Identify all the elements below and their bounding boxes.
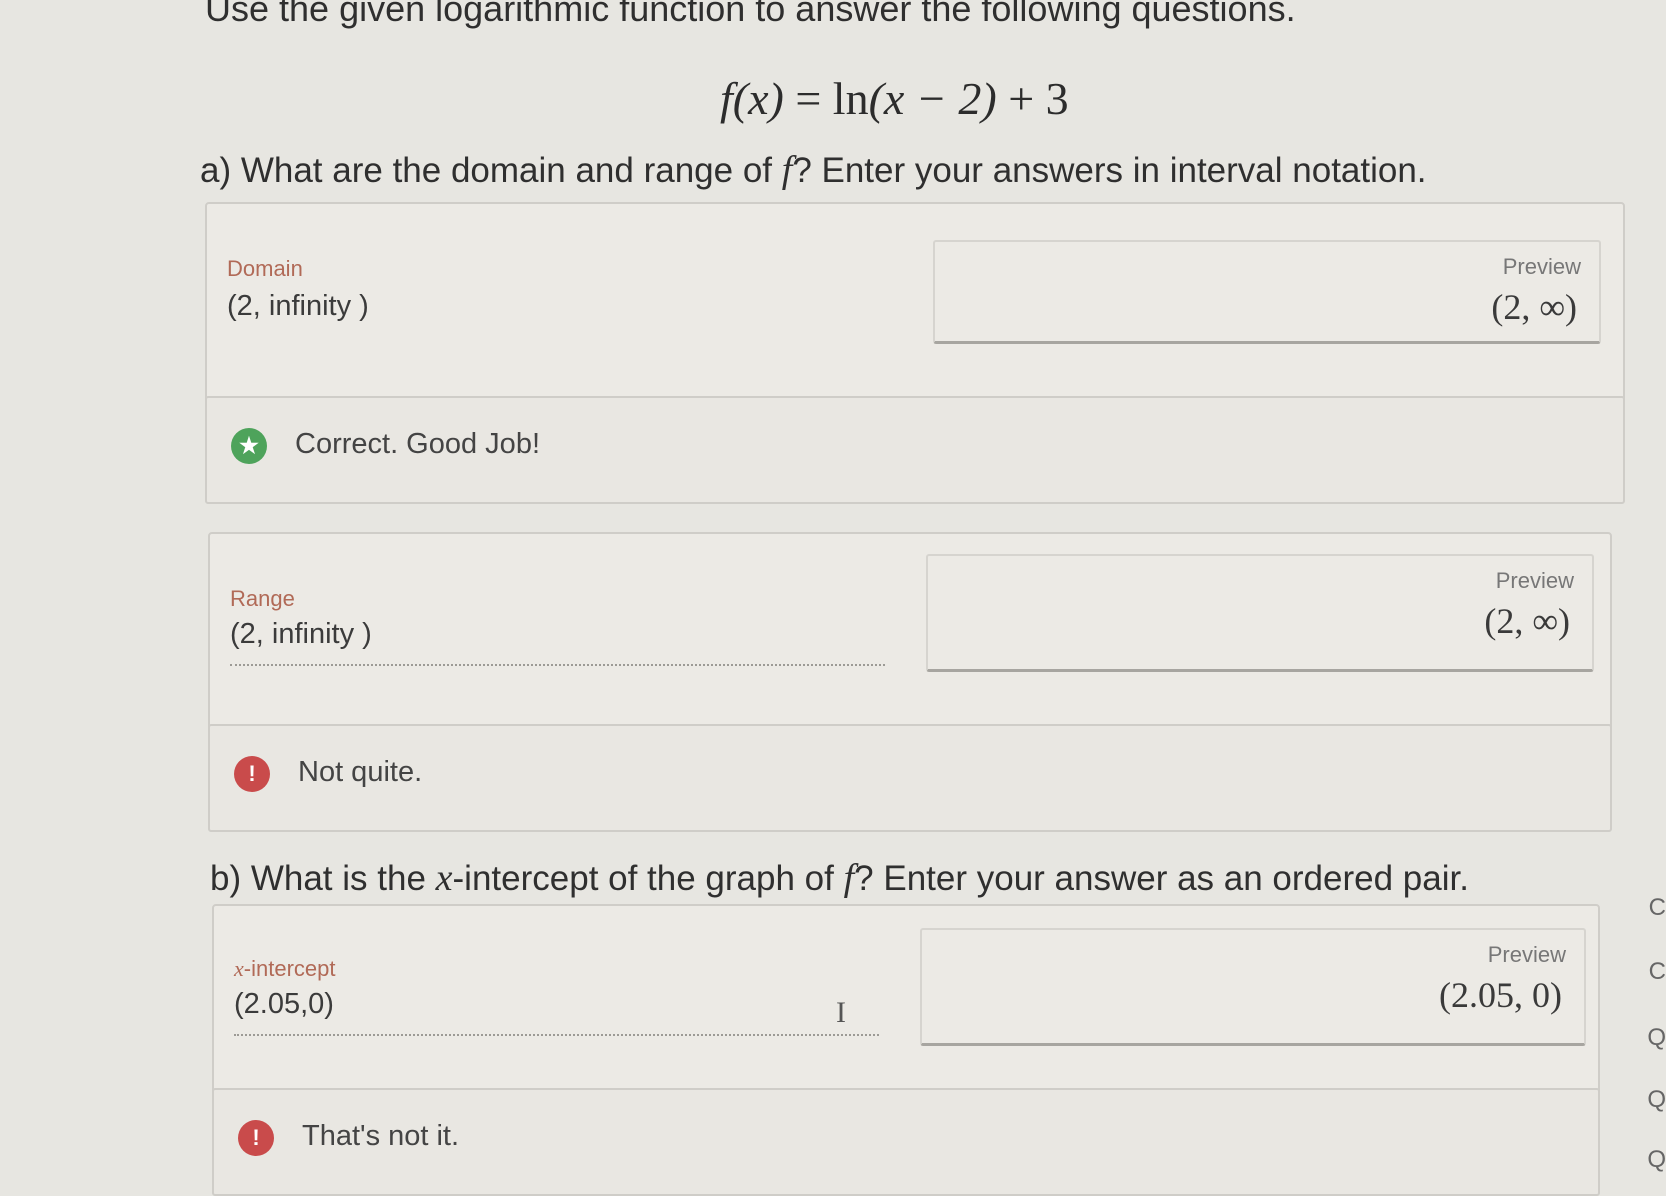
edge-letter: Q	[1647, 1024, 1666, 1051]
instructions-text: Use the given logarithmic function to an…	[205, 0, 1296, 29]
text-cursor-icon: I	[836, 996, 846, 1029]
range-feedback: ! Not quite.	[208, 724, 1612, 832]
question-a-suffix: ? Enter your answers in interval notatio…	[792, 151, 1427, 190]
exclamation-icon: !	[238, 1120, 274, 1156]
question-b-suffix: ? Enter your answer as an ordered pair.	[854, 859, 1469, 898]
question-a-var: f	[781, 149, 793, 191]
xintercept-card: x-intercept (2.05,0) Preview (2.05, 0) !…	[212, 904, 1600, 1196]
exclamation-icon: !	[234, 756, 270, 792]
domain-input[interactable]: (2, infinity )	[227, 290, 369, 323]
formula-ln: ln	[832, 73, 869, 124]
xintercept-input-underline	[234, 1034, 879, 1036]
edge-letter: Q	[1647, 1146, 1666, 1173]
xintercept-feedback-text: That's not it.	[302, 1120, 460, 1152]
domain-label: Domain	[227, 256, 303, 281]
range-feedback-text: Not quite.	[298, 756, 423, 788]
question-b-prefix: b) What is the	[210, 859, 436, 898]
domain-preview: Preview (2, ∞)	[933, 240, 1601, 344]
question-b-var-x: x	[435, 857, 453, 899]
question-b: b) What is the x-intercept of the graph …	[210, 856, 1469, 900]
range-preview: Preview (2, ∞)	[926, 554, 1594, 672]
question-a-prefix: a) What are the domain and range of	[200, 151, 782, 190]
range-card: Range (2, infinity ) Preview (2, ∞) ! No…	[208, 532, 1612, 832]
range-input[interactable]: (2, infinity )	[230, 618, 372, 651]
question-b-middle: -intercept of the graph of	[452, 859, 844, 898]
domain-feedback: ★ Correct. Good Job!	[205, 396, 1625, 504]
range-preview-label: Preview	[1495, 568, 1574, 593]
xintercept-feedback: ! That's not it.	[212, 1088, 1600, 1196]
formula-equals: =	[795, 73, 822, 124]
domain-feedback-text: Correct. Good Job!	[295, 428, 540, 460]
xintercept-label: x-intercept	[234, 956, 335, 982]
edge-letter: Q	[1647, 1086, 1666, 1113]
xintercept-preview-label: Preview	[1487, 942, 1566, 967]
domain-preview-value: (2, ∞)	[1491, 287, 1577, 327]
xintercept-label-text: -intercept	[243, 956, 336, 981]
range-label: Range	[230, 586, 295, 611]
range-input-underline	[230, 664, 885, 666]
edge-letter: C	[1648, 894, 1666, 921]
xintercept-preview-value: (2.05, 0)	[1439, 975, 1562, 1015]
function-formula: f(x) = ln(x − 2) + 3	[720, 72, 1069, 125]
question-b-var-f: f	[843, 857, 855, 899]
domain-card: Domain (2, infinity ) Preview (2, ∞) ★ C…	[205, 202, 1625, 504]
xintercept-label-var: x	[234, 956, 244, 981]
range-preview-value: (2, ∞)	[1484, 601, 1570, 641]
formula-lhs: f(x)	[720, 73, 784, 124]
xintercept-preview: Preview (2.05, 0)	[920, 928, 1586, 1046]
star-icon: ★	[231, 428, 267, 464]
edge-letter: C	[1648, 958, 1666, 985]
domain-preview-label: Preview	[1502, 254, 1581, 279]
formula-arg: (x − 2)	[868, 73, 997, 124]
question-a: a) What are the domain and range of f? E…	[200, 148, 1427, 192]
formula-rest: + 3	[1008, 73, 1069, 124]
xintercept-input[interactable]: (2.05,0)	[234, 988, 334, 1021]
